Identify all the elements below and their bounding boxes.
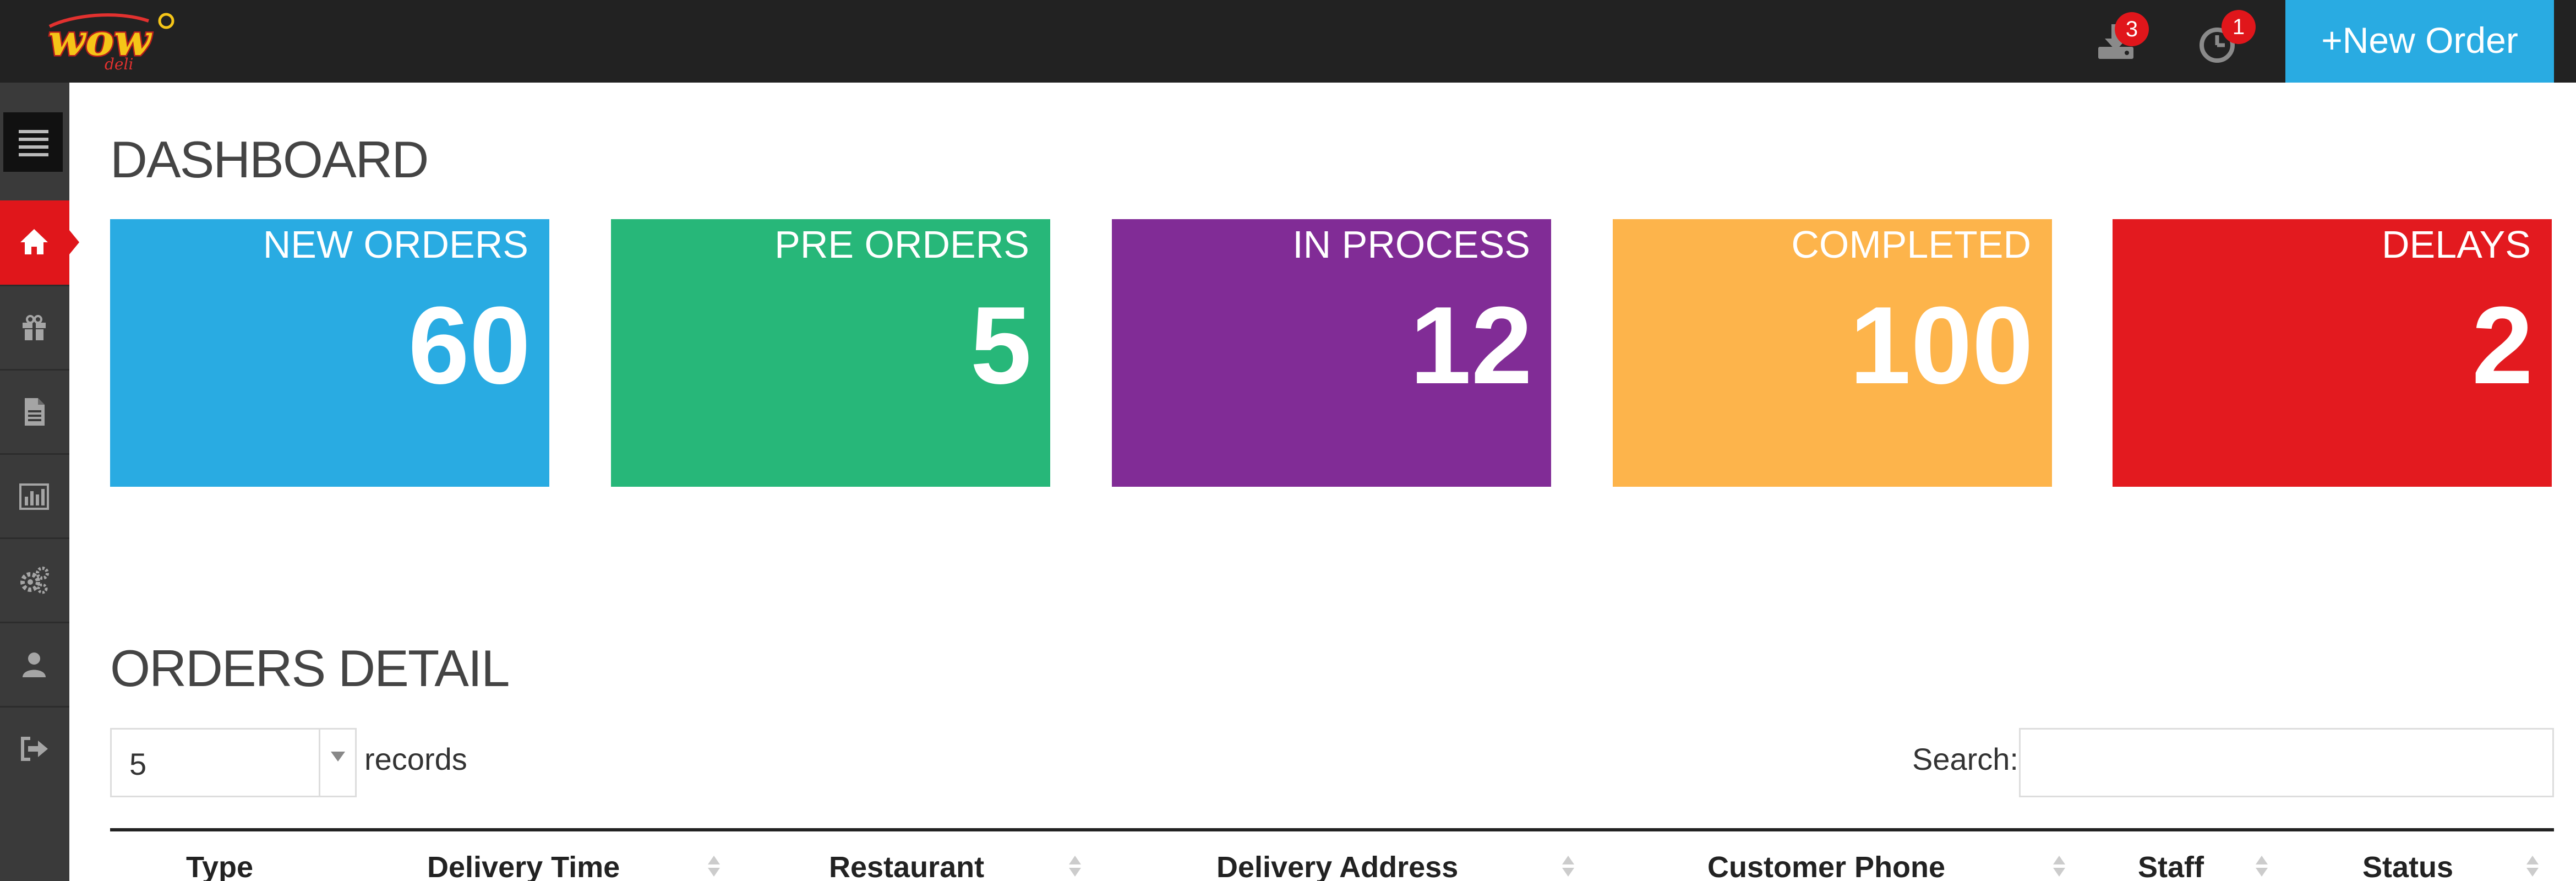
search-label: Search: <box>1912 742 2018 776</box>
stat-card-in-process[interactable]: IN PROCESS 12 <box>1112 219 1551 487</box>
stat-card-new-orders[interactable]: NEW ORDERS 60 <box>110 219 549 487</box>
user-icon <box>23 652 46 677</box>
sort-icon[interactable] <box>2053 856 2065 881</box>
records-label: records <box>364 742 467 776</box>
table-header-rule <box>110 828 2554 831</box>
column-header-status[interactable]: Status <box>2362 850 2453 881</box>
stat-card-value: 5 <box>970 284 1032 407</box>
gift-icon <box>23 315 46 340</box>
home-icon <box>20 229 48 254</box>
stat-card-pre-orders[interactable]: PRE ORDERS 5 <box>611 219 1050 487</box>
new-order-button[interactable]: +New Order <box>2285 0 2554 83</box>
svg-text:deli: deli <box>105 55 133 73</box>
alerts-badge: 1 <box>2222 10 2256 44</box>
menu-toggle-button[interactable] <box>3 112 63 172</box>
top-bar: wow deli 3 1 +New Order <box>0 0 2576 83</box>
stat-card-label: PRE ORDERS <box>774 223 1029 266</box>
sort-icon[interactable] <box>708 856 720 881</box>
column-header-delivery-address[interactable]: Delivery Address <box>1216 850 1458 881</box>
download-orders-icon[interactable]: 3 <box>2092 12 2149 66</box>
sidebar-item-users[interactable] <box>0 622 69 706</box>
document-icon <box>25 398 45 426</box>
brand-logo[interactable]: wow deli <box>39 4 182 77</box>
stat-card-value: 2 <box>2471 284 2533 407</box>
sort-icon[interactable] <box>2526 856 2539 881</box>
column-header-restaurant[interactable]: Restaurant <box>829 850 984 881</box>
sidebar-item-documents[interactable] <box>0 369 69 453</box>
sort-icon[interactable] <box>2256 856 2268 881</box>
svg-text:wow: wow <box>48 15 152 66</box>
bar-chart-icon <box>19 483 49 510</box>
dashboard-title: DASHBOARD <box>110 130 429 188</box>
search-input[interactable] <box>2019 728 2554 797</box>
stat-card-value: 60 <box>408 284 531 407</box>
sidebar-item-logout[interactable] <box>0 706 69 790</box>
sidebar-item-gifts[interactable] <box>0 285 69 369</box>
stat-card-label: IN PROCESS <box>1292 223 1530 266</box>
gears-icon <box>20 567 49 594</box>
stat-card-label: NEW ORDERS <box>263 223 528 266</box>
column-header-type[interactable]: Type <box>186 850 253 881</box>
column-header-staff[interactable]: Staff <box>2138 850 2204 881</box>
chevron-down-icon <box>331 752 345 762</box>
column-header-delivery-time[interactable]: Delivery Time <box>427 850 620 881</box>
stat-card-value: 100 <box>1849 284 2033 407</box>
sidebar <box>0 83 79 881</box>
downloads-badge: 3 <box>2115 12 2149 46</box>
sidebar-item-home[interactable] <box>0 200 79 285</box>
stat-card-value: 12 <box>1410 284 1532 407</box>
sidebar-item-settings[interactable] <box>0 537 69 622</box>
stat-card-delays[interactable]: DELAYS 2 <box>2113 219 2552 487</box>
orders-detail-title: ORDERS DETAIL <box>110 639 510 697</box>
stat-card-label: COMPLETED <box>1791 223 2031 266</box>
clock-alerts-icon[interactable]: 1 <box>2198 10 2256 66</box>
stat-card-completed[interactable]: COMPLETED 100 <box>1613 219 2052 487</box>
sort-icon[interactable] <box>1562 856 1574 881</box>
sign-out-icon <box>21 737 48 761</box>
page-size-value: 5 <box>129 747 147 781</box>
select-divider <box>319 730 320 796</box>
stat-card-label: DELAYS <box>2381 223 2531 266</box>
sort-icon[interactable] <box>1069 856 1081 881</box>
page-size-select[interactable]: 5 <box>110 728 357 797</box>
column-header-customer-phone[interactable]: Customer Phone <box>1707 850 1945 881</box>
sidebar-item-reports[interactable] <box>0 453 69 537</box>
